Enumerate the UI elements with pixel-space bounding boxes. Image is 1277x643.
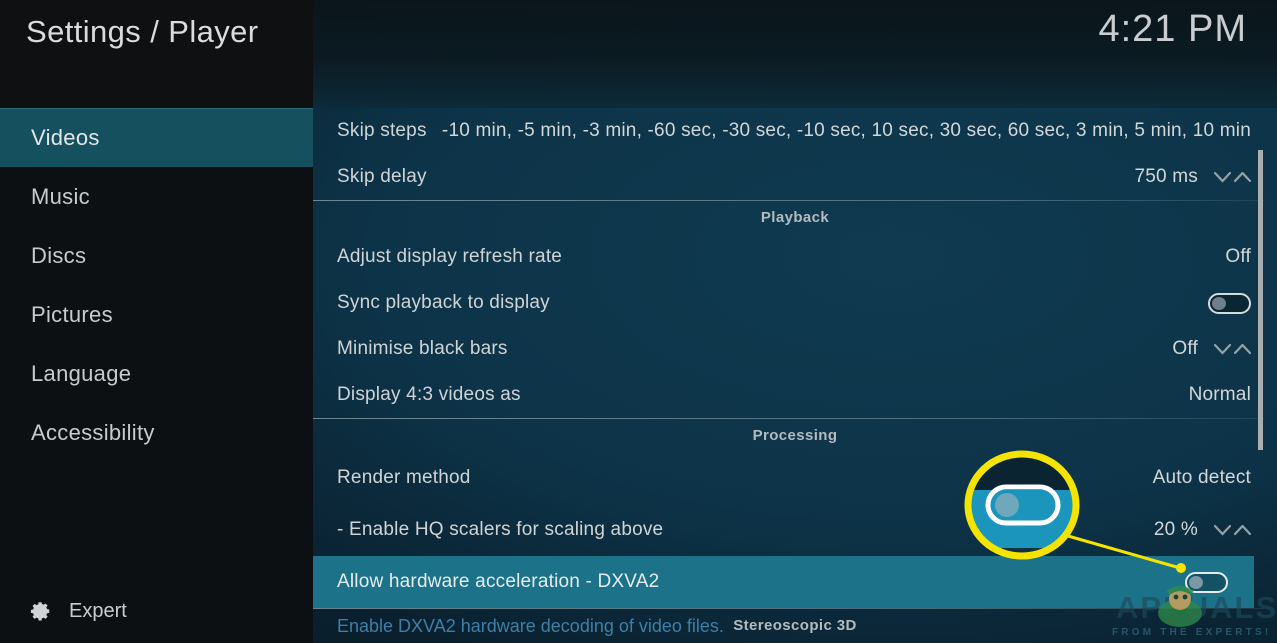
window-header: Settings / Player 4:21 PM [0,0,1277,108]
setting-value: 750 ms [1134,166,1198,187]
section-label: Playback [760,208,830,226]
clock: 4:21 PM [1098,8,1247,50]
chevron-up-icon[interactable] [1234,524,1251,536]
setting-value: Off [1225,246,1251,267]
sync-playback-toggle[interactable] [1208,292,1251,314]
chevron-down-icon[interactable] [1214,171,1231,183]
page-title: Settings / Player [26,14,259,49]
watermark: APPUALS FROM THE EXPERTS! [1106,585,1276,641]
setting-value: Normal [1188,384,1251,405]
sidebar-item-language[interactable]: Language [0,344,313,403]
category-sidebar: Videos Music Discs Pictures Language Acc… [0,108,313,643]
setting-row-skip-delay[interactable]: Skip delay 750 ms [313,154,1277,200]
sidebar-item-music[interactable]: Music [0,167,313,226]
setting-label: Display 4:3 videos as [337,384,521,405]
sidebar-item-label: Language [31,361,132,386]
spinner-control[interactable] [1214,343,1251,355]
setting-label: - Enable HQ scalers for scaling above [337,519,664,540]
chevron-down-icon[interactable] [1214,524,1231,536]
settings-list: Skip steps -10 min, -5 min, -3 min, -60 … [313,108,1277,643]
sidebar-item-pictures[interactable]: Pictures [0,285,313,344]
sidebar-item-label: Discs [31,243,87,268]
setting-label: Adjust display refresh rate [337,246,563,267]
section-label: Processing [752,426,838,444]
sidebar-item-label: Music [31,184,90,209]
section-header-processing: Processing [313,418,1277,452]
setting-value: Auto detect [1152,467,1251,488]
sidebar-item-label: Accessibility [31,420,155,445]
sidebar-item-label: Pictures [31,302,113,327]
settings-level-button[interactable]: Expert [0,589,313,633]
setting-row-skip-steps[interactable]: Skip steps -10 min, -5 min, -3 min, -60 … [313,108,1277,154]
section-label: Stereoscopic 3D [733,616,857,634]
setting-row-enable-hq-scalers[interactable]: - Enable HQ scalers for scaling above 20… [313,504,1277,556]
kodi-settings-window: Settings / Player 4:21 PM Videos Music D… [0,0,1277,643]
setting-label: Minimise black bars [337,338,508,359]
spinner-control[interactable] [1214,171,1251,183]
chevron-up-icon[interactable] [1234,343,1251,355]
setting-label: Skip delay [337,166,427,187]
setting-label: Skip steps [337,120,427,141]
sidebar-item-discs[interactable]: Discs [0,226,313,285]
sidebar-item-label: Videos [31,125,100,150]
setting-row-adjust-display-refresh-rate[interactable]: Adjust display refresh rate Off [313,234,1277,280]
chevron-up-icon[interactable] [1234,171,1251,183]
settings-level-label: Expert [69,599,127,622]
setting-value: Off [1172,338,1198,359]
section-header-playback: Playback [313,200,1277,234]
setting-row-render-method[interactable]: Render method Auto detect [313,452,1277,504]
scrollbar-thumb[interactable] [1258,150,1263,450]
setting-row-minimise-black-bars[interactable]: Minimise black bars Off [313,326,1277,372]
setting-value: 20 % [1153,519,1198,540]
chevron-down-icon[interactable] [1214,343,1231,355]
setting-label: Allow hardware acceleration - DXVA2 [337,571,660,592]
sidebar-item-accessibility[interactable]: Accessibility [0,403,313,462]
spinner-control[interactable] [1214,524,1251,536]
setting-value: -10 min, -5 min, -3 min, -60 sec, -30 se… [441,120,1251,141]
gear-icon [30,600,52,622]
sidebar-item-videos[interactable]: Videos [0,108,313,167]
setting-label: Render method [337,467,471,488]
toggle-knob [1212,296,1226,310]
setting-label: Sync playback to display [337,292,550,313]
setting-row-display-4-3-videos-as[interactable]: Display 4:3 videos as Normal [313,372,1277,418]
setting-row-sync-playback-to-display[interactable]: Sync playback to display [313,280,1277,326]
